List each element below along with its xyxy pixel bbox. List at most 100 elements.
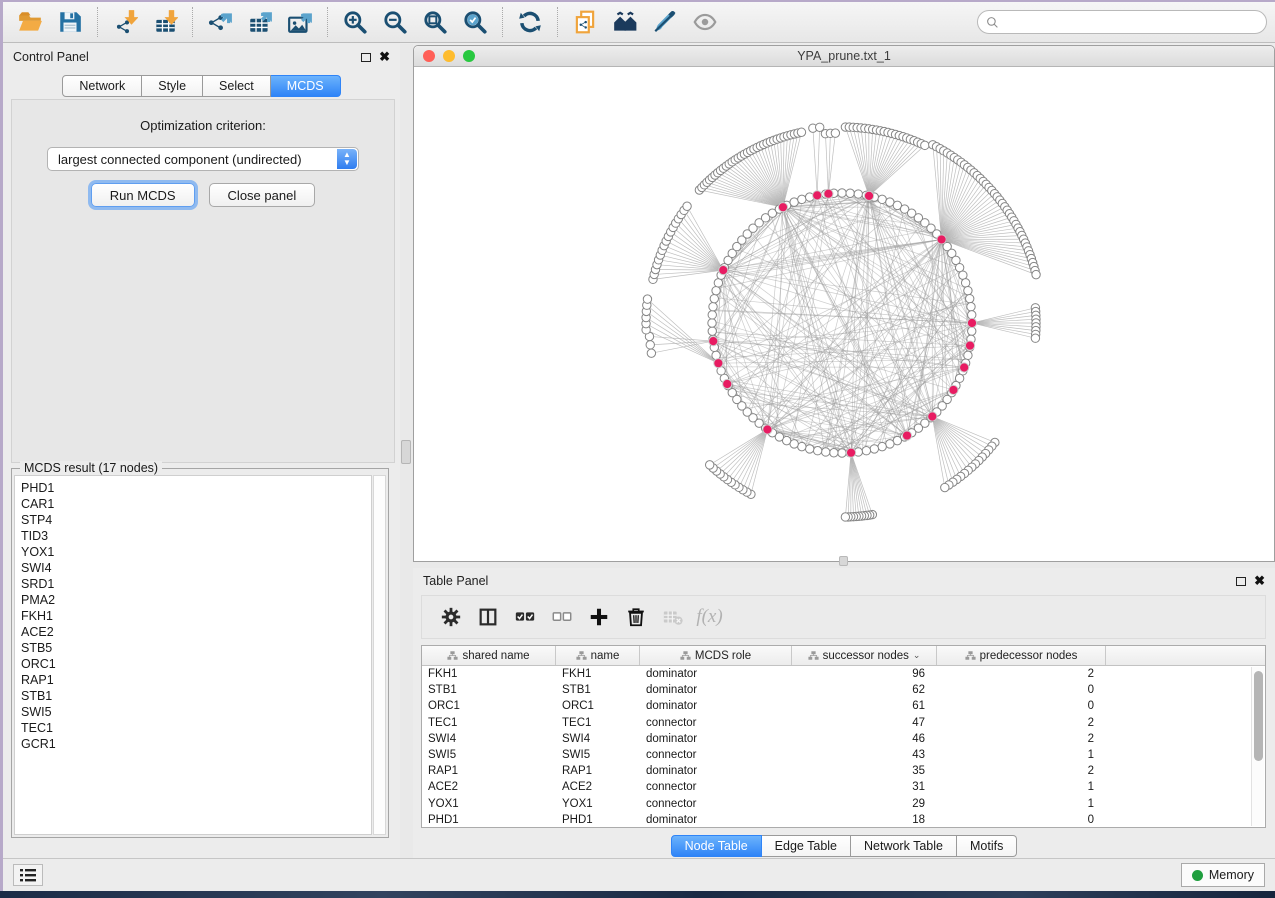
show-hide-button[interactable] bbox=[685, 5, 725, 39]
table-row[interactable]: STB1STB1dominator620 bbox=[422, 682, 1265, 698]
network-node[interactable] bbox=[805, 445, 813, 453]
network-node[interactable] bbox=[964, 351, 972, 359]
zoom-in-button[interactable] bbox=[335, 5, 375, 39]
mcds-hub-node[interactable] bbox=[763, 425, 772, 434]
network-node[interactable] bbox=[712, 286, 720, 294]
network-analyzer-button[interactable] bbox=[605, 5, 645, 39]
zoom-fit-button[interactable] bbox=[415, 5, 455, 39]
export-network-button[interactable] bbox=[200, 5, 240, 39]
mcds-result-item[interactable]: RAP1 bbox=[21, 672, 371, 688]
network-leaf-node[interactable] bbox=[941, 483, 949, 491]
attribute-settings-button[interactable] bbox=[432, 601, 469, 633]
network-node[interactable] bbox=[838, 449, 846, 457]
network-node[interactable] bbox=[710, 294, 718, 302]
column-visibility-button[interactable] bbox=[469, 601, 506, 633]
mcds-hub-node[interactable] bbox=[719, 266, 728, 275]
import-network-button[interactable] bbox=[105, 5, 145, 39]
network-node[interactable] bbox=[862, 446, 870, 454]
tab-network-table[interactable]: Network Table bbox=[851, 835, 957, 857]
optimization-criterion-select[interactable]: largest connected component (undirected)… bbox=[47, 147, 359, 171]
network-leaf-node[interactable] bbox=[705, 461, 713, 469]
network-node[interactable] bbox=[709, 303, 717, 311]
mcds-result-item[interactable]: PMA2 bbox=[21, 592, 371, 608]
network-node[interactable] bbox=[886, 440, 894, 448]
network-node[interactable] bbox=[798, 442, 806, 450]
mcds-hub-node[interactable] bbox=[967, 318, 976, 327]
mcds-hub-node[interactable] bbox=[778, 203, 787, 212]
network-leaf-node[interactable] bbox=[647, 349, 655, 357]
network-node[interactable] bbox=[967, 303, 975, 311]
mcds-result-item[interactable]: PHD1 bbox=[21, 480, 371, 496]
mcds-result-item[interactable]: STB5 bbox=[21, 640, 371, 656]
mcds-result-item[interactable]: YOX1 bbox=[21, 544, 371, 560]
table-row[interactable]: ACE2ACE2connector311 bbox=[422, 779, 1265, 795]
mcds-result-item[interactable]: STP4 bbox=[21, 512, 371, 528]
mcds-hub-node[interactable] bbox=[846, 448, 855, 457]
mcds-hub-node[interactable] bbox=[902, 431, 911, 440]
tab-network[interactable]: Network bbox=[62, 75, 142, 97]
network-node[interactable] bbox=[878, 442, 886, 450]
table-row[interactable]: YOX1YOX1connector291 bbox=[422, 796, 1265, 812]
network-node[interactable] bbox=[708, 327, 716, 335]
import-table-button[interactable] bbox=[145, 5, 185, 39]
mcds-hub-node[interactable] bbox=[864, 191, 873, 200]
vertical-splitter[interactable] bbox=[400, 44, 413, 858]
mcds-hub-node[interactable] bbox=[813, 191, 822, 200]
network-node[interactable] bbox=[961, 279, 969, 287]
table-row[interactable]: RAP1RAP1dominator352 bbox=[422, 763, 1265, 779]
network-leaf-node[interactable] bbox=[921, 141, 929, 149]
tab-node-table[interactable]: Node Table bbox=[671, 835, 762, 857]
mcds-hub-node[interactable] bbox=[723, 379, 732, 388]
table-row[interactable]: FKH1FKH1dominator962 bbox=[422, 666, 1265, 682]
close-panel-icon[interactable]: ✖ bbox=[379, 52, 390, 62]
network-node[interactable] bbox=[959, 271, 967, 279]
network-node[interactable] bbox=[968, 327, 976, 335]
memory-button[interactable]: Memory bbox=[1181, 863, 1265, 887]
create-column-button[interactable] bbox=[580, 601, 617, 633]
table-row[interactable]: TEC1TEC1connector472 bbox=[422, 715, 1265, 731]
network-leaf-node[interactable] bbox=[683, 202, 691, 210]
mcds-hub-node[interactable] bbox=[949, 385, 958, 394]
zoom-selected-button[interactable] bbox=[455, 5, 495, 39]
open-file-button[interactable] bbox=[10, 5, 50, 39]
network-node[interactable] bbox=[708, 311, 716, 319]
table-row[interactable]: SWI4SWI4dominator462 bbox=[422, 731, 1265, 747]
network-leaf-node[interactable] bbox=[797, 128, 805, 136]
close-panel-button[interactable]: Close panel bbox=[209, 183, 316, 207]
network-node[interactable] bbox=[830, 449, 838, 457]
network-node[interactable] bbox=[854, 190, 862, 198]
network-node[interactable] bbox=[965, 294, 973, 302]
close-table-panel-icon[interactable]: ✖ bbox=[1254, 576, 1265, 586]
export-image-button[interactable] bbox=[280, 5, 320, 39]
network-node[interactable] bbox=[708, 319, 716, 327]
search-input[interactable] bbox=[977, 10, 1267, 34]
float-panel-icon[interactable] bbox=[361, 53, 371, 62]
table-scrollbar-thumb[interactable] bbox=[1254, 671, 1263, 761]
mcds-result-item[interactable]: GCR1 bbox=[21, 736, 371, 752]
mcds-result-item[interactable]: FKH1 bbox=[21, 608, 371, 624]
table-row[interactable]: SWI5SWI5connector431 bbox=[422, 747, 1265, 763]
mcds-result-item[interactable]: ORC1 bbox=[21, 656, 371, 672]
show-panels-button[interactable] bbox=[13, 864, 43, 886]
deselect-all-button[interactable] bbox=[543, 601, 580, 633]
column-header-successor-nodes[interactable]: successor nodes⌄ bbox=[792, 646, 937, 665]
zoom-out-button[interactable] bbox=[375, 5, 415, 39]
export-table-button[interactable] bbox=[240, 5, 280, 39]
network-node[interactable] bbox=[822, 448, 830, 456]
mcds-result-item[interactable]: SRD1 bbox=[21, 576, 371, 592]
mcds-result-item[interactable]: STB1 bbox=[21, 688, 371, 704]
mcds-result-list[interactable]: PHD1CAR1STP4TID3YOX1SWI4SRD1PMA2FKH1ACE2… bbox=[14, 475, 372, 835]
delete-column-button[interactable] bbox=[617, 601, 654, 633]
table-row[interactable]: PHD1PHD1dominator180 bbox=[422, 812, 1265, 828]
mcds-hub-node[interactable] bbox=[960, 363, 969, 372]
mcds-result-item[interactable]: SWI4 bbox=[21, 560, 371, 576]
mcds-result-item[interactable]: TID3 bbox=[21, 528, 371, 544]
mcds-result-item[interactable]: SWI5 bbox=[21, 704, 371, 720]
network-node[interactable] bbox=[714, 279, 722, 287]
select-all-button[interactable] bbox=[506, 601, 543, 633]
column-header-name[interactable]: name bbox=[556, 646, 640, 665]
mcds-hub-node[interactable] bbox=[965, 341, 974, 350]
tab-select[interactable]: Select bbox=[203, 75, 271, 97]
mcds-hub-node[interactable] bbox=[937, 235, 946, 244]
column-header-shared-name[interactable]: shared name bbox=[422, 646, 556, 665]
